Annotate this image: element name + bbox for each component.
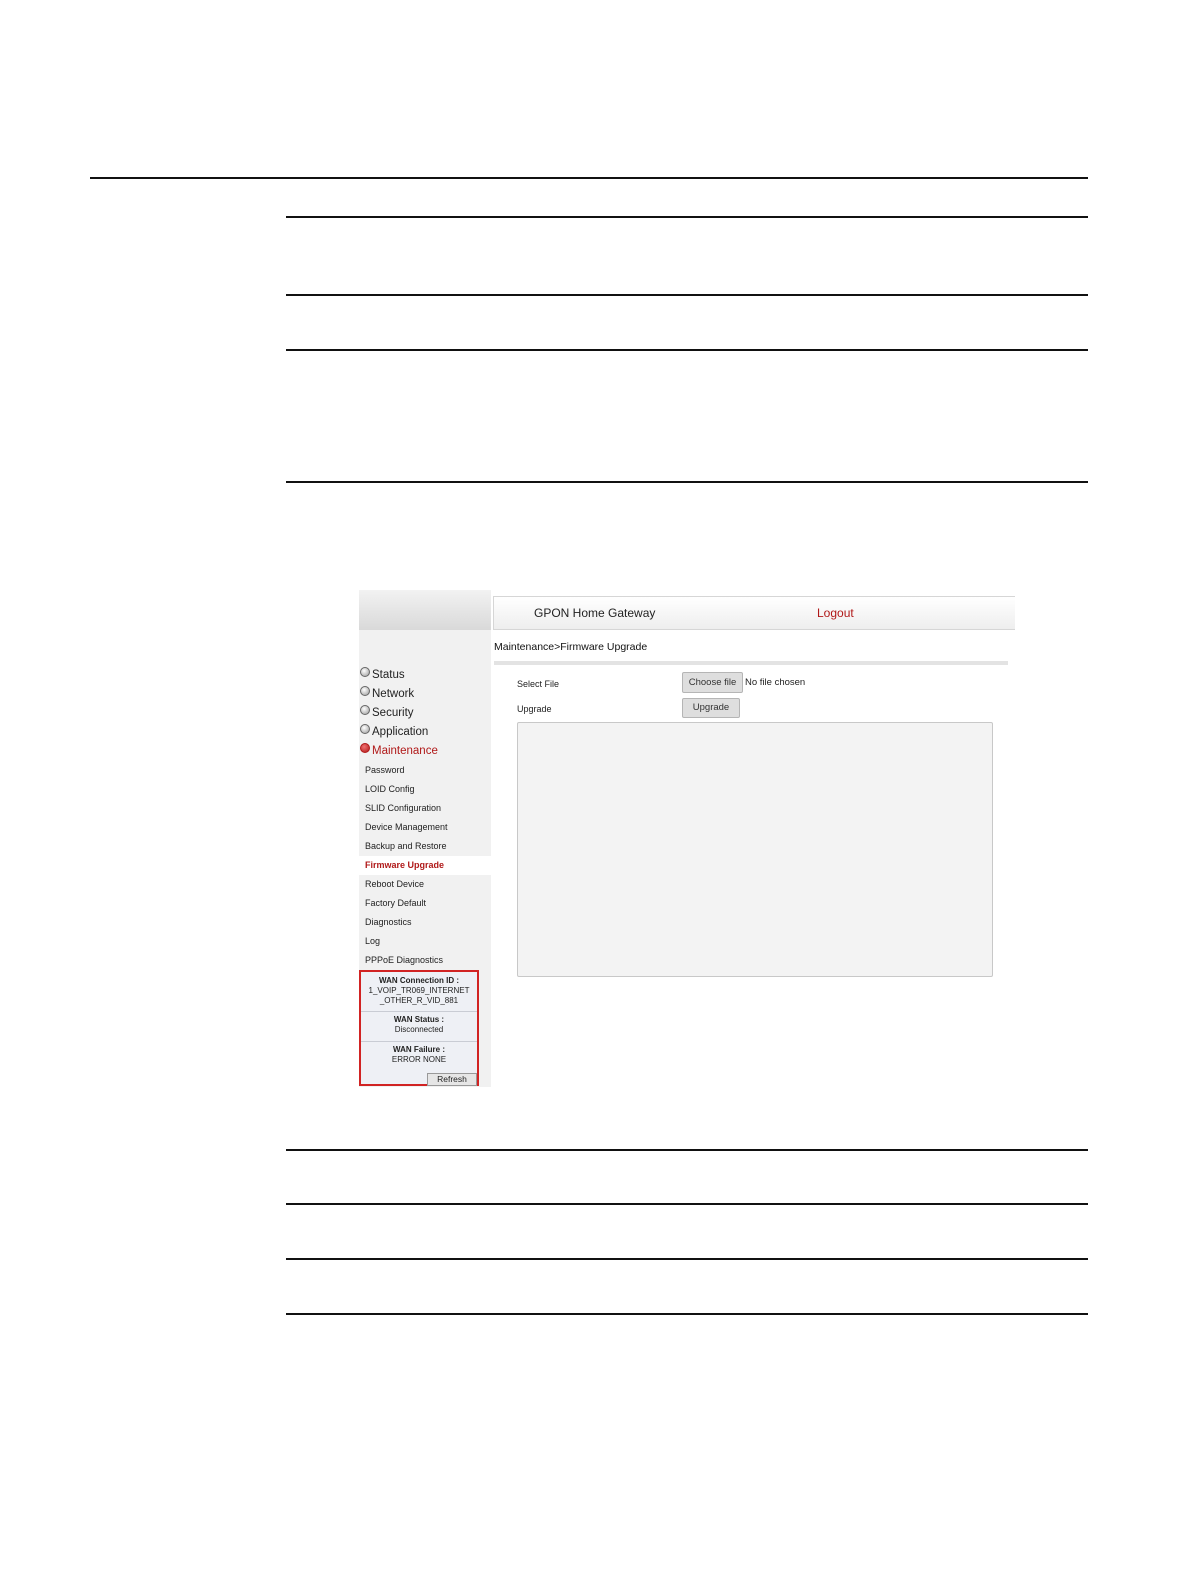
table-rule	[286, 216, 1088, 218]
wan-failure-label: WAN Failure :	[392, 1045, 445, 1054]
nav-application[interactable]: Application	[360, 723, 428, 741]
table-rule	[286, 294, 1088, 296]
sidebar-item-slid-configuration[interactable]: SLID Configuration	[365, 800, 441, 816]
table-rule	[286, 349, 1088, 351]
table-rule	[286, 1313, 1088, 1315]
upgrade-button[interactable]: Upgrade	[682, 698, 740, 718]
wan-status-label: WAN Status :	[393, 1015, 445, 1024]
file-status-text: No file chosen	[745, 677, 806, 688]
expand-icon	[360, 724, 370, 734]
page-header-rule	[90, 177, 1088, 179]
table-rule	[286, 481, 1088, 483]
select-file-label: Select File	[517, 679, 560, 689]
nav-application-label: Application	[372, 726, 429, 738]
upgrade-status-area	[517, 722, 993, 977]
wan-status-section: WAN Status : Disconnected	[361, 1015, 477, 1035]
nav-network[interactable]: Network	[360, 685, 414, 703]
wan-status-panel: WAN Connection ID : 1_VOIP_TR069_INTERNE…	[359, 970, 479, 1086]
nav-security-label: Security	[372, 707, 414, 719]
logout-link[interactable]: Logout	[817, 606, 854, 620]
sidebar-item-log[interactable]: Log	[365, 933, 380, 949]
wan-connection-label: WAN Connection ID :	[379, 976, 459, 985]
sidebar-item-diagnostics[interactable]: Diagnostics	[365, 914, 412, 930]
breadcrumb: Maintenance>Firmware Upgrade	[494, 641, 648, 653]
choose-file-button[interactable]: Choose file	[682, 672, 743, 693]
sidebar-item-password[interactable]: Password	[365, 762, 405, 778]
wan-connection-section: WAN Connection ID : 1_VOIP_TR069_INTERNE…	[361, 976, 477, 1006]
sidebar-item-loid-config[interactable]: LOID Config	[365, 781, 415, 797]
expand-icon	[360, 686, 370, 696]
nav-maintenance[interactable]: Maintenance	[360, 742, 438, 760]
sidebar-item-firmware-upgrade[interactable]: Firmware Upgrade	[365, 857, 444, 873]
sidebar-item-factory-default[interactable]: Factory Default	[365, 895, 426, 911]
wan-failure-section: WAN Failure : ERROR NONE	[361, 1045, 477, 1065]
collapse-icon	[360, 743, 370, 753]
sidebar-item-reboot-device[interactable]: Reboot Device	[365, 876, 424, 892]
app-title: GPON Home Gateway	[534, 606, 656, 620]
sidebar-item-device-management[interactable]: Device Management	[365, 819, 448, 835]
table-rule	[286, 1149, 1088, 1151]
nav-status-label: Status	[372, 669, 405, 681]
expand-icon	[360, 705, 370, 715]
router-ui-screenshot: Status Network Security Application Main…	[359, 590, 1015, 1087]
wan-connection-value: 1_VOIP_TR069_INTERNET	[368, 986, 470, 995]
wan-connection-value-cont: _OTHER_R_VID_881	[379, 996, 459, 1005]
nav-security[interactable]: Security	[360, 704, 414, 722]
nav-network-label: Network	[372, 688, 415, 700]
table-rule	[286, 1203, 1088, 1205]
divider	[361, 1041, 477, 1042]
expand-icon	[360, 667, 370, 677]
sidebar-item-pppoe-diagnostics[interactable]: PPPoE Diagnostics	[365, 952, 443, 968]
refresh-button[interactable]: Refresh	[427, 1073, 477, 1086]
table-rule	[286, 1258, 1088, 1260]
top-header: GPON Home Gateway Logout	[493, 596, 1015, 630]
wan-status-value: Disconnected	[394, 1025, 444, 1034]
nav-maintenance-label: Maintenance	[372, 745, 438, 757]
wan-failure-value: ERROR NONE	[391, 1055, 447, 1064]
upgrade-label: Upgrade	[517, 704, 552, 714]
sidebar-item-backup-restore[interactable]: Backup and Restore	[365, 838, 447, 854]
divider	[361, 1011, 477, 1012]
nav-status[interactable]: Status	[360, 666, 405, 684]
divider	[494, 661, 1008, 665]
sidebar-logo-area	[359, 590, 491, 630]
